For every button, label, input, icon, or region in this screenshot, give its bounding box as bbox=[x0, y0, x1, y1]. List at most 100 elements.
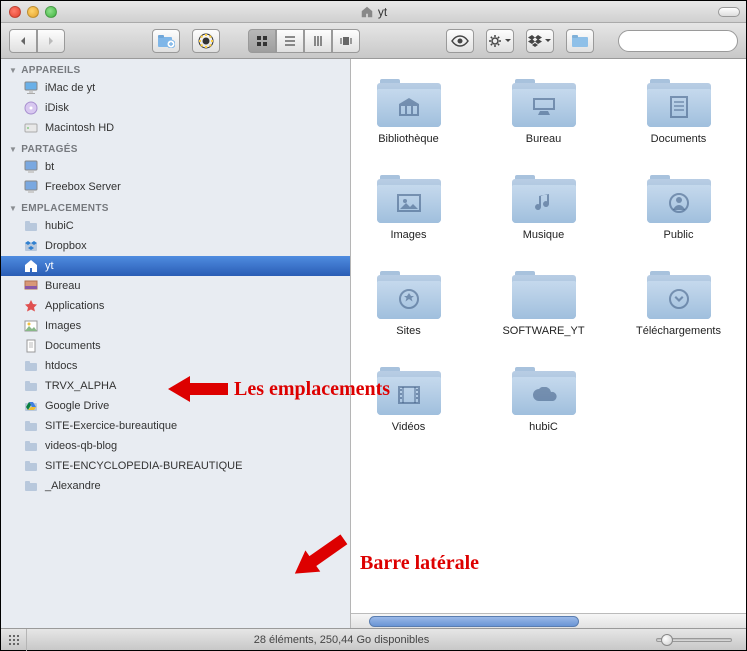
sidebar-section-label: PARTAGÉS bbox=[21, 144, 77, 155]
sidebar-item-label: bt bbox=[45, 161, 54, 173]
folder-icon bbox=[512, 271, 576, 321]
sidebar-item[interactable]: videos-qb-blog bbox=[1, 436, 350, 456]
sidebar-section-label: EMPLACEMENTS bbox=[21, 203, 109, 214]
sidebar: ▼ APPAREILS iMac de yt iDisk Macintosh HD ▼PA… bbox=[1, 59, 351, 628]
folder-label: Bureau bbox=[526, 133, 561, 145]
sidebar-item[interactable]: Freebox Server bbox=[1, 177, 350, 197]
status-text: 28 éléments, 250,44 Go disponibles bbox=[27, 634, 656, 646]
sidebar-section-label: APPAREILS bbox=[21, 65, 80, 76]
quicklook-button[interactable] bbox=[446, 29, 474, 53]
forward-button[interactable] bbox=[37, 29, 65, 53]
sidebar-item-label: videos-qb-blog bbox=[45, 440, 117, 452]
view-group bbox=[248, 29, 360, 53]
netpc-icon bbox=[23, 159, 39, 175]
sidebar-item[interactable]: Google Drive bbox=[1, 396, 350, 416]
folder-item[interactable]: Téléchargements bbox=[631, 271, 726, 337]
folder-icon bbox=[23, 218, 39, 234]
folder-shortcut-button[interactable] bbox=[566, 29, 594, 53]
sidebar-item[interactable]: iMac de yt bbox=[1, 78, 350, 98]
folder-item[interactable]: Bureau bbox=[496, 79, 591, 145]
sidebar-item-label: htdocs bbox=[45, 360, 77, 372]
folder-icon bbox=[377, 367, 441, 417]
sidebar-item[interactable]: _Alexandre bbox=[1, 476, 350, 496]
sidebar-item[interactable]: Dropbox bbox=[1, 236, 350, 256]
new-folder-button[interactable] bbox=[152, 29, 180, 53]
folder-item[interactable]: Bibliothèque bbox=[361, 79, 456, 145]
sidebar-section-header[interactable]: ▼ APPAREILS bbox=[1, 59, 350, 78]
slider-knob[interactable] bbox=[661, 634, 673, 646]
folder-label: Vidéos bbox=[392, 421, 425, 433]
sidebar-item-label: TRVX_ALPHA bbox=[45, 380, 116, 392]
home-icon bbox=[23, 258, 39, 274]
sidebar-item-label: SITE-Exercice-bureautique bbox=[45, 420, 177, 432]
folder-label: Images bbox=[390, 229, 426, 241]
icon-size-slider[interactable] bbox=[656, 638, 746, 642]
action-button[interactable] bbox=[486, 29, 514, 53]
sidebar-item[interactable]: yt bbox=[1, 256, 350, 276]
sidebar-item[interactable]: htdocs bbox=[1, 356, 350, 376]
toolbar bbox=[1, 23, 746, 59]
folder-icon bbox=[23, 418, 39, 434]
titlebar: yt bbox=[1, 1, 746, 23]
scrollbar-thumb[interactable] bbox=[369, 616, 579, 627]
sidebar-section-header[interactable]: ▼PARTAGÉS bbox=[1, 138, 350, 157]
sidebar-item-label: Dropbox bbox=[45, 240, 87, 252]
folder-item[interactable]: SOFTWARE_YT bbox=[496, 271, 591, 337]
search-field[interactable] bbox=[618, 30, 738, 52]
window-title: yt bbox=[1, 5, 746, 19]
folder-item[interactable]: Images bbox=[361, 175, 456, 241]
close-button[interactable] bbox=[9, 6, 21, 18]
icon-grid: Bibliothèque Bureau Documents Images Mus… bbox=[351, 59, 746, 433]
sidebar-item-label: Bureau bbox=[45, 280, 80, 292]
sidebar-item[interactable]: iDisk bbox=[1, 98, 350, 118]
sidebar-item-label: Macintosh HD bbox=[45, 122, 114, 134]
folder-icon bbox=[512, 79, 576, 129]
desktop-icon bbox=[23, 278, 39, 294]
horizontal-scrollbar[interactable] bbox=[351, 613, 746, 628]
minimize-button[interactable] bbox=[27, 6, 39, 18]
sidebar-item[interactable]: Applications bbox=[1, 296, 350, 316]
sidebar-item-label: Documents bbox=[45, 340, 101, 352]
home-icon bbox=[360, 5, 374, 19]
folder-item[interactable]: Public bbox=[631, 175, 726, 241]
grid-toggle-button[interactable] bbox=[1, 629, 27, 651]
folder-item[interactable]: Documents bbox=[631, 79, 726, 145]
sidebar-item[interactable]: TRVX_ALPHA bbox=[1, 376, 350, 396]
folder-icon bbox=[23, 478, 39, 494]
list-view-button[interactable] bbox=[276, 29, 304, 53]
search-input[interactable] bbox=[629, 35, 747, 47]
sidebar-item-label: iDisk bbox=[45, 102, 69, 114]
sidebar-item-label: Applications bbox=[45, 300, 104, 312]
sidebar-item[interactable]: Bureau bbox=[1, 276, 350, 296]
folder-item[interactable]: Vidéos bbox=[361, 367, 456, 433]
sidebar-item-label: Images bbox=[45, 320, 81, 332]
disclosure-triangle-icon: ▼ bbox=[9, 66, 17, 75]
folder-icon bbox=[377, 271, 441, 321]
sidebar-item[interactable]: hubiC bbox=[1, 216, 350, 236]
coverflow-view-button[interactable] bbox=[332, 29, 360, 53]
sidebar-item[interactable]: bt bbox=[1, 157, 350, 177]
zoom-button[interactable] bbox=[45, 6, 57, 18]
sidebar-item-label: SITE-ENCYCLOPEDIA-BUREAUTIQUE bbox=[45, 460, 242, 472]
folder-label: SOFTWARE_YT bbox=[502, 325, 584, 337]
sidebar-item[interactable]: Documents bbox=[1, 336, 350, 356]
sidebar-item[interactable]: Macintosh HD bbox=[1, 118, 350, 138]
folder-item[interactable]: Sites bbox=[361, 271, 456, 337]
icon-view-button[interactable] bbox=[248, 29, 276, 53]
dropbox-button[interactable] bbox=[526, 29, 554, 53]
sidebar-section-header[interactable]: ▼EMPLACEMENTS bbox=[1, 197, 350, 216]
sidebar-item[interactable]: SITE-ENCYCLOPEDIA-BUREAUTIQUE bbox=[1, 456, 350, 476]
folder-item[interactable]: Musique bbox=[496, 175, 591, 241]
sidebar-item[interactable]: Images bbox=[1, 316, 350, 336]
folder-icon bbox=[23, 378, 39, 394]
folder-label: Bibliothèque bbox=[378, 133, 439, 145]
folder-icon bbox=[512, 175, 576, 225]
folder-icon bbox=[647, 271, 711, 321]
back-button[interactable] bbox=[9, 29, 37, 53]
folder-icon bbox=[647, 175, 711, 225]
sidebar-item[interactable]: SITE-Exercice-bureautique bbox=[1, 416, 350, 436]
burn-button[interactable] bbox=[192, 29, 220, 53]
toolbar-toggle-button[interactable] bbox=[718, 7, 740, 17]
column-view-button[interactable] bbox=[304, 29, 332, 53]
folder-item[interactable]: hubiC bbox=[496, 367, 591, 433]
